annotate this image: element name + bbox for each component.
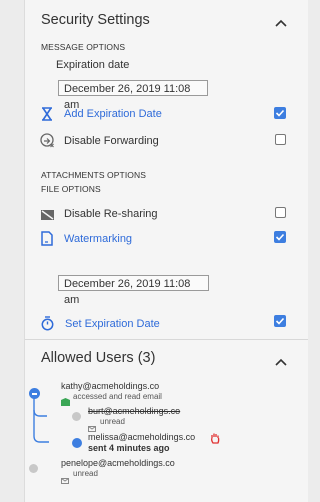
- user-status-dot: [72, 438, 82, 448]
- chevron-up-icon[interactable]: [275, 14, 287, 32]
- message-options-label: MESSAGE OPTIONS: [41, 42, 126, 52]
- security-settings-title: Security Settings: [41, 12, 150, 28]
- user-email[interactable]: burt@acmeholdings.co: [88, 406, 180, 416]
- resharing-disabled-icon: [40, 208, 55, 226]
- file-options-label: FILE OPTIONS: [41, 184, 101, 194]
- hand-icon[interactable]: [210, 431, 220, 449]
- allowed-users-title: Allowed Users (3): [41, 350, 156, 366]
- user-email[interactable]: kathy@acmeholdings.co: [61, 381, 159, 391]
- hourglass-icon: [41, 107, 53, 126]
- watermarking-label[interactable]: Watermarking: [64, 233, 132, 245]
- user-email[interactable]: melissa@acmeholdings.co: [88, 432, 195, 442]
- file-expiration-date-field[interactable]: December 26, 2019 11:08 am: [58, 275, 209, 306]
- disable-forwarding-label[interactable]: Disable Forwarding: [64, 135, 159, 147]
- user-status-dot: [72, 412, 81, 421]
- add-expiration-date-label[interactable]: Add Expiration Date: [64, 108, 162, 120]
- watermark-file-icon: [41, 231, 53, 251]
- user-status: accessed and read email: [73, 392, 162, 401]
- user-status: unread: [73, 469, 98, 478]
- user-status: sent 4 minutes ago: [88, 443, 170, 453]
- forward-disabled-icon: [40, 133, 55, 153]
- disable-resharing-checkbox[interactable]: [275, 207, 286, 218]
- envelope-open-icon: [61, 393, 70, 411]
- user-status-dot: [29, 464, 38, 473]
- user-status: unread: [100, 417, 125, 426]
- stopwatch-icon: [41, 316, 54, 336]
- disable-forwarding-checkbox[interactable]: [275, 134, 286, 145]
- chevron-up-icon[interactable]: [275, 353, 287, 371]
- section-divider: [25, 339, 308, 340]
- set-expiration-date-label[interactable]: Set Expiration Date: [65, 318, 160, 330]
- expiration-date-label: Expiration date: [56, 59, 130, 71]
- attachments-options-label: ATTACHMENTS OPTIONS: [41, 170, 147, 180]
- security-panel: Security Settings MESSAGE OPTIONS Expira…: [24, 0, 308, 502]
- expiration-date-field[interactable]: December 26, 2019 11:08 am: [58, 80, 208, 111]
- add-expiration-checkbox[interactable]: [274, 107, 286, 119]
- watermarking-checkbox[interactable]: [274, 231, 286, 243]
- envelope-icon: [61, 471, 69, 489]
- disable-resharing-label[interactable]: Disable Re-sharing: [64, 208, 158, 220]
- set-expiration-checkbox[interactable]: [274, 315, 286, 327]
- user-status-dot: [29, 388, 40, 399]
- user-email[interactable]: penelope@acmeholdings.co: [61, 458, 175, 468]
